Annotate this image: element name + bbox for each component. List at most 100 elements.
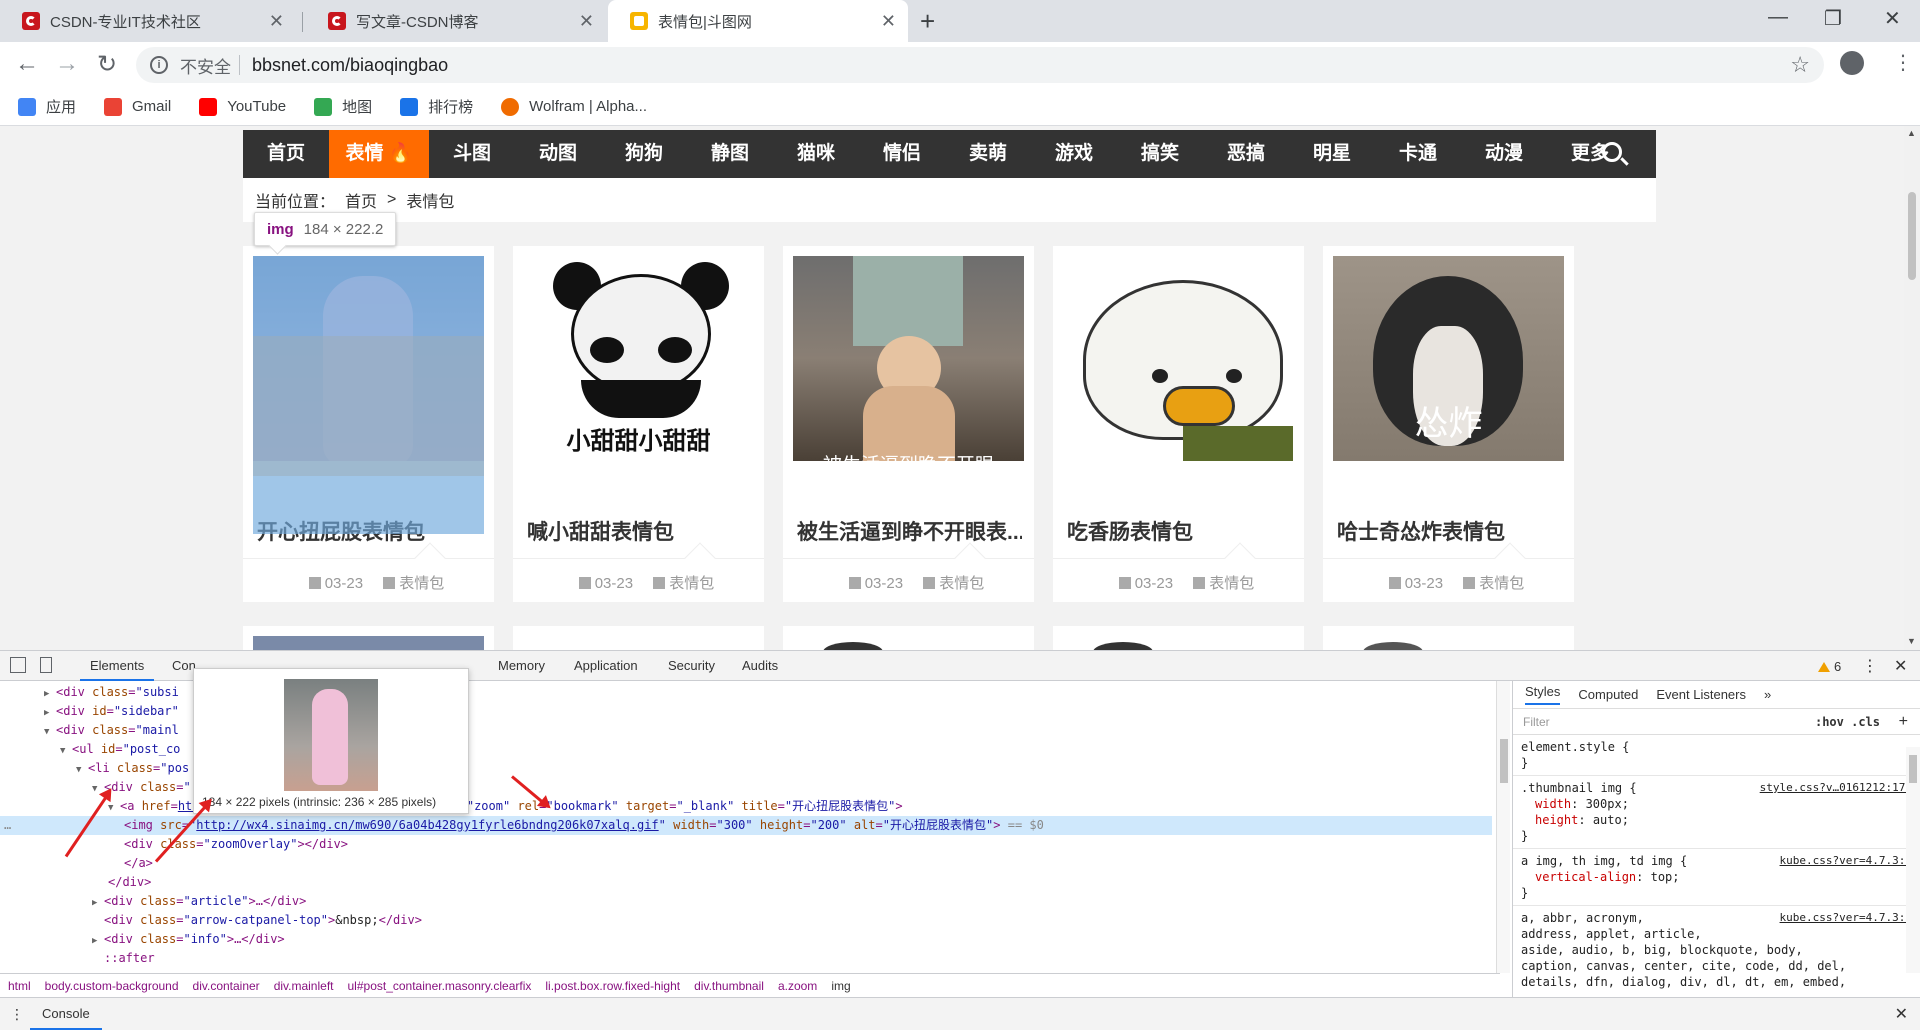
post-title[interactable]: 被生活逼到睁不开眼表...	[797, 516, 1022, 546]
nav-item[interactable]: 静图	[687, 130, 773, 178]
drawer-menu-icon[interactable]: ⋮	[10, 1006, 24, 1023]
dom-node[interactable]: </div>	[0, 873, 1492, 892]
inspect-element-icon[interactable]	[10, 657, 26, 673]
scrollbar-thumb[interactable]	[1908, 192, 1916, 280]
security-label[interactable]: 不安全	[180, 53, 231, 78]
maximize-button[interactable]: ❐	[1824, 6, 1842, 31]
post-thumbnail[interactable]: 被生活逼到睁不开眼	[793, 256, 1024, 461]
dom-breadcrumb-item[interactable]: img	[831, 979, 850, 993]
css-rule[interactable]: kube.css?ver=4.7.3:1 a img, th img, td i…	[1513, 849, 1920, 906]
css-declaration[interactable]: width: 300px;	[1521, 796, 1912, 812]
dom-breadcrumb-item[interactable]: div.container	[193, 979, 260, 993]
styles-filter[interactable]: Filter :hov .cls +	[1513, 709, 1920, 735]
minimize-button[interactable]: —	[1768, 6, 1788, 29]
dom-scrollbar[interactable]	[1496, 681, 1510, 973]
scroll-up-icon[interactable]: ▲	[1907, 128, 1916, 138]
scrollbar-thumb[interactable]	[1909, 755, 1917, 783]
post-card[interactable]: 怂炸 哈士奇怂炸表情包 03-23 表情包	[1323, 246, 1574, 602]
nav-item[interactable]: 首页	[243, 130, 329, 178]
post-thumbnail[interactable]	[1063, 256, 1294, 461]
tab-audits[interactable]: Audits	[742, 651, 778, 681]
reload-button[interactable]: ↻	[92, 50, 122, 79]
nav-item[interactable]: 情侣	[859, 130, 945, 178]
post-thumbnail[interactable]: 怂炸	[1333, 256, 1564, 461]
post-card[interactable]: 被生活逼到睁不开眼 被生活逼到睁不开眼表... 03-23 表情包	[783, 246, 1034, 602]
post-card[interactable]: 吃香肠表情包 03-23 表情包	[1053, 246, 1304, 602]
tab-close-icon[interactable]: ✕	[881, 11, 896, 32]
hov-cls-toggle[interactable]: :hov .cls	[1815, 715, 1880, 729]
bookmark-youtube[interactable]: YouTube	[199, 97, 286, 116]
post-title[interactable]: 吃香肠表情包	[1067, 516, 1292, 546]
dom-breadcrumb-item[interactable]: div.thumbnail	[694, 979, 764, 993]
dom-node[interactable]: ::after	[0, 949, 1492, 968]
new-tab-button[interactable]: +	[920, 6, 935, 37]
tab-csdn-write[interactable]: 写文章-CSDN博客 ✕	[306, 0, 606, 42]
dom-node[interactable]: </a>	[0, 854, 1492, 873]
scroll-down-icon[interactable]: ▼	[1907, 636, 1916, 646]
tab-close-icon[interactable]: ✕	[269, 11, 284, 32]
tab-bbsnet[interactable]: 表情包|斗图网 ✕	[608, 0, 908, 42]
address-bar[interactable]: i 不安全 bbsnet.com/biaoqingbao ☆	[136, 47, 1824, 83]
drawer-close-icon[interactable]: ✕	[1895, 1004, 1908, 1024]
nav-item[interactable]: 卖萌	[945, 130, 1031, 178]
post-title[interactable]: 喊小甜甜表情包	[527, 516, 752, 546]
bookmark-star-icon[interactable]: ☆	[1790, 52, 1810, 78]
post-card-partial[interactable]	[783, 626, 1034, 650]
nav-item[interactable]: 游戏	[1031, 130, 1117, 178]
dom-breadcrumb-item[interactable]: a.zoom	[778, 979, 817, 993]
close-window-button[interactable]: ✕	[1884, 6, 1901, 31]
bookmark-wolfram[interactable]: Wolfram | Alpha...	[501, 97, 647, 116]
dom-node-selected[interactable]: …<img src="http://wx4.sinaimg.cn/mw690/6…	[0, 816, 1492, 835]
tab-security[interactable]: Security	[668, 651, 715, 681]
tab-event-listeners[interactable]: Event Listeners	[1656, 687, 1746, 702]
forward-button[interactable]: →	[52, 50, 82, 78]
scrollbar-thumb[interactable]	[1500, 739, 1508, 783]
dom-node[interactable]: ▶ <div class="info">…</div>	[0, 930, 1492, 949]
post-category[interactable]: 表情包	[669, 575, 714, 592]
css-declaration[interactable]: vertical-align: top;	[1521, 869, 1912, 885]
nav-item[interactable]: 动漫	[1461, 130, 1547, 178]
bookmark-apps[interactable]: 应用	[18, 96, 76, 117]
tab-application[interactable]: Application	[574, 651, 638, 681]
css-rule[interactable]: element.style { }	[1513, 735, 1920, 776]
styles-scrollbar[interactable]	[1906, 747, 1920, 973]
post-thumbnail[interactable]: 小甜甜小甜甜	[523, 256, 754, 461]
rule-source-link[interactable]: style.css?v…0161212:179	[1760, 780, 1912, 796]
back-button[interactable]: ←	[12, 50, 42, 78]
css-rule[interactable]: kube.css?ver=4.7.3:3 a, abbr, acronym, a…	[1513, 906, 1920, 994]
new-rule-icon[interactable]: +	[1899, 713, 1908, 731]
bookmark-gmail[interactable]: Gmail	[104, 97, 171, 116]
nav-item[interactable]: 猫咪	[773, 130, 859, 178]
post-category[interactable]: 表情包	[1209, 575, 1254, 592]
url-text[interactable]: bbsnet.com/biaoqingbao	[252, 55, 448, 76]
dom-breadcrumb-item[interactable]: ul#post_container.masonry.clearfix	[348, 979, 532, 993]
info-icon[interactable]: i	[150, 56, 168, 74]
post-category[interactable]: 表情包	[939, 575, 984, 592]
nav-item[interactable]: 动图	[515, 130, 601, 178]
tab-computed[interactable]: Computed	[1578, 687, 1638, 702]
search-icon[interactable]	[1602, 142, 1622, 162]
dom-node[interactable]: ▶ <div class="article">…</div>	[0, 892, 1492, 911]
post-category[interactable]: 表情包	[1479, 575, 1524, 592]
nav-item[interactable]: 明星	[1289, 130, 1375, 178]
css-declaration[interactable]: height: auto;	[1521, 812, 1912, 828]
post-card-partial[interactable]	[1323, 626, 1574, 650]
nav-item[interactable]: 恶搞	[1203, 130, 1289, 178]
warning-counter[interactable]: 6	[1818, 659, 1841, 674]
dom-breadcrumb-item[interactable]: body.custom-background	[45, 979, 179, 993]
devtools-close-icon[interactable]: ✕	[1894, 656, 1907, 676]
dom-breadcrumb-item[interactable]: html	[8, 979, 31, 993]
rule-source-link[interactable]: kube.css?ver=4.7.3:3	[1780, 910, 1912, 926]
dom-node[interactable]: <div class="arrow-catpanel-top">&nbsp;</…	[0, 911, 1492, 930]
dom-breadcrumb-item[interactable]: li.post.box.row.fixed-hight	[545, 979, 680, 993]
tab-memory[interactable]: Memory	[498, 651, 545, 681]
nav-item[interactable]: 狗狗	[601, 130, 687, 178]
tab-elements[interactable]: Elements	[80, 651, 155, 681]
post-title[interactable]: 哈士奇怂炸表情包	[1337, 516, 1562, 546]
filter-input[interactable]: Filter	[1523, 715, 1550, 729]
post-card-partial[interactable]	[513, 626, 764, 650]
more-tabs-icon[interactable]: »	[1764, 687, 1771, 702]
breadcrumb-home-link[interactable]: 首页	[345, 188, 377, 212]
post-category[interactable]: 表情包	[399, 575, 444, 592]
post-card-partial[interactable]	[243, 626, 494, 650]
